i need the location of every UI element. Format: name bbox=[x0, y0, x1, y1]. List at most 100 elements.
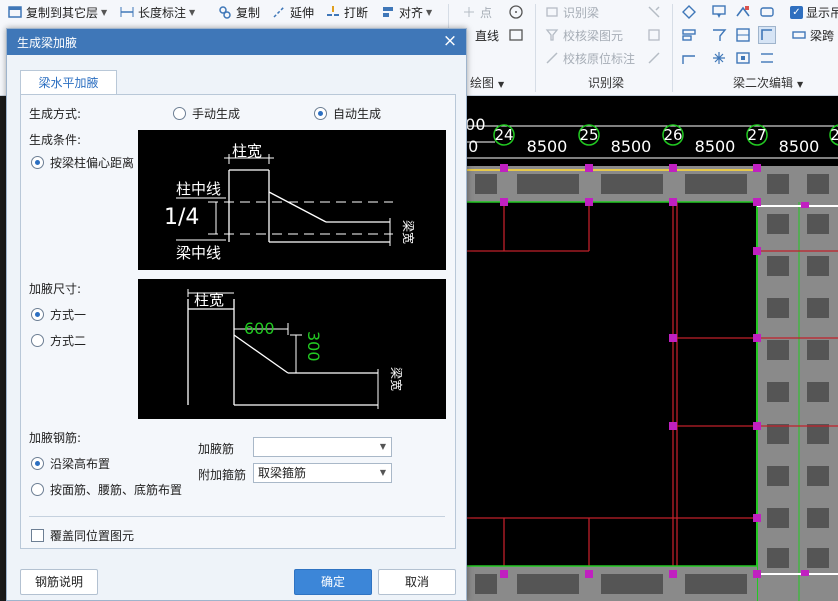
chevron-down-icon: ▼ bbox=[379, 468, 386, 477]
draw-group-label[interactable]: 绘图 ▼ bbox=[470, 74, 504, 91]
radio-selected-icon bbox=[31, 156, 44, 169]
break-icon bbox=[326, 5, 340, 19]
dialog-title: 生成梁加腋 bbox=[17, 36, 78, 50]
rebar-label: 加腋钢筋: bbox=[29, 431, 82, 445]
check-extra-icon[interactable] bbox=[645, 26, 663, 44]
cond-eccentric-radio[interactable]: 按梁柱偏心距离 bbox=[31, 154, 134, 171]
cad-canvas[interactable]: 24 25 26 27 2 600 500 8500 8500 8500 850… bbox=[455, 96, 838, 601]
generate-haunch-dialog: 生成梁加腋 × 梁水平加腋 生成方式: 手动生成 自动生成 生成条件: 按梁柱偏… bbox=[6, 28, 467, 601]
rebar-option1-radio[interactable]: 沿梁高布置 bbox=[31, 455, 110, 472]
gen-method-label: 生成方式: bbox=[29, 107, 82, 121]
span-label-1: 8500 bbox=[527, 137, 568, 156]
stirrup-select[interactable]: 取梁箍筋 ▼ bbox=[253, 463, 392, 483]
point-button[interactable]: 点 bbox=[462, 1, 492, 23]
manual-gen-radio[interactable]: 手动生成 bbox=[173, 105, 240, 122]
size-diagram: 柱宽 600 300 梁宽 bbox=[138, 279, 446, 419]
circle-tool-icon[interactable] bbox=[507, 3, 525, 21]
tab-horizontal-haunch[interactable]: 梁水平加腋 bbox=[20, 70, 117, 95]
rebar-option2-radio[interactable]: 按面筋、腰筋、底筋布置 bbox=[31, 481, 182, 498]
extend-icon bbox=[272, 5, 286, 19]
dim-extra-icon[interactable] bbox=[645, 49, 663, 67]
dim-600-text: 600 bbox=[244, 319, 275, 338]
beam-center-text: 梁中线 bbox=[176, 244, 221, 262]
beam-tool-icon-11[interactable] bbox=[734, 49, 752, 67]
close-icon[interactable]: × bbox=[440, 31, 460, 51]
beam-tool-icon-4[interactable] bbox=[758, 3, 776, 21]
chevron-down-icon: ▼ bbox=[379, 442, 386, 451]
identify-group-label: 识别梁 bbox=[588, 76, 625, 90]
svg-text:27: 27 bbox=[747, 126, 766, 144]
haunch-rebar-select[interactable]: ▼ bbox=[253, 437, 392, 457]
svg-text:26: 26 bbox=[663, 126, 682, 144]
secondary-edit-group-label[interactable]: 梁二次编辑 ▼ bbox=[733, 74, 803, 91]
length-dim-button[interactable]: 长度标注 ▼ bbox=[120, 1, 195, 23]
svg-text:24: 24 bbox=[494, 126, 513, 144]
copy-to-layer-button[interactable]: 复制到其它层 ▼ bbox=[8, 1, 107, 23]
radio-icon bbox=[173, 107, 186, 120]
dialog-title-bar[interactable]: 生成梁加腋 × bbox=[7, 29, 466, 55]
ok-button[interactable]: 确定 bbox=[294, 569, 372, 595]
beam-tool-icon-12[interactable] bbox=[758, 49, 776, 67]
radio-selected-icon bbox=[31, 457, 44, 470]
span-label-3: 8500 bbox=[695, 137, 736, 156]
size-label: 加腋尺寸: bbox=[29, 282, 82, 296]
radio-selected-icon bbox=[314, 107, 327, 120]
auto-gen-radio[interactable]: 自动生成 bbox=[314, 105, 381, 122]
line-button[interactable]: 直线 bbox=[475, 24, 499, 46]
svg-text:25: 25 bbox=[579, 126, 598, 144]
identify-beam-icon bbox=[545, 5, 559, 19]
stirrup-label: 附加箍筋 bbox=[198, 468, 247, 482]
copy-button[interactable]: 复制 bbox=[218, 1, 260, 23]
check-beam-elem-button[interactable]: 校核梁图元 bbox=[545, 24, 623, 46]
copy-icon bbox=[218, 5, 232, 19]
radio-icon bbox=[31, 334, 44, 347]
beam-width-text: 梁宽 bbox=[401, 220, 416, 244]
break-button[interactable]: 打断 bbox=[326, 1, 368, 23]
axis-circle-26: 26 bbox=[662, 124, 684, 146]
dim-300-text: 300 bbox=[304, 331, 323, 362]
beam-tool-icon-9[interactable] bbox=[680, 49, 698, 67]
beam-tool-icon-1[interactable] bbox=[680, 3, 698, 21]
haunch-rebar-label: 加腋筋 bbox=[198, 442, 235, 456]
beam-tool-icon-3[interactable] bbox=[734, 3, 752, 21]
axis-circle-25: 25 bbox=[578, 124, 600, 146]
gen-cond-label: 生成条件: bbox=[29, 133, 82, 147]
align-button[interactable]: 对齐 ▼ bbox=[381, 1, 432, 23]
copy-layer-icon bbox=[8, 5, 22, 19]
axis-circle-24: 24 bbox=[493, 124, 515, 146]
axis-circle-27: 27 bbox=[746, 124, 768, 146]
col-center-text: 柱中线 bbox=[176, 180, 221, 198]
span-label-2: 8500 bbox=[611, 137, 652, 156]
beam-tool-icon-8[interactable] bbox=[758, 26, 776, 44]
span-label-4: 8500 bbox=[779, 137, 820, 156]
svg-text:2: 2 bbox=[830, 126, 838, 144]
check-icon: ✓ bbox=[790, 5, 803, 19]
quarter-text: 1/4 bbox=[164, 205, 199, 230]
point-icon bbox=[462, 5, 476, 19]
extend-button[interactable]: 延伸 bbox=[272, 1, 314, 23]
beam-tool-icon-5[interactable] bbox=[680, 26, 698, 44]
axis-circle-28: 2 bbox=[829, 124, 838, 146]
identify-beam-button[interactable]: 识别梁 bbox=[545, 1, 599, 23]
condition-diagram: 柱宽 柱中线 1/4 梁中线 梁宽 bbox=[138, 130, 446, 270]
beam-width-text-2: 梁宽 bbox=[389, 367, 404, 391]
divider bbox=[29, 516, 445, 517]
beam-tool-icon-7[interactable] bbox=[734, 26, 752, 44]
radio-selected-icon bbox=[31, 308, 44, 321]
size-option1-radio[interactable]: 方式一 bbox=[31, 306, 86, 323]
beam-tool-icon-6[interactable] bbox=[710, 26, 728, 44]
cancel-button[interactable]: 取消 bbox=[378, 569, 456, 595]
length-dim-icon bbox=[120, 5, 134, 19]
rectangle-tool-icon[interactable] bbox=[507, 26, 525, 44]
identify-extra-icon[interactable] bbox=[645, 3, 663, 21]
size-option2-radio[interactable]: 方式二 bbox=[31, 332, 86, 349]
rebar-help-button[interactable]: 钢筋说明 bbox=[20, 569, 98, 595]
beam-span-button[interactable]: 梁跨 bbox=[792, 24, 834, 46]
check-orig-dim-button[interactable]: 校核原位标注 bbox=[545, 47, 635, 69]
show-checkbox[interactable]: ✓ 显示吊 bbox=[790, 1, 838, 23]
overwrite-checkbox[interactable]: 覆盖同位置图元 bbox=[31, 527, 134, 544]
checkbox-icon bbox=[31, 529, 44, 542]
beam-tool-icon-2[interactable] bbox=[710, 3, 728, 21]
ribbon-separator bbox=[535, 4, 536, 92]
beam-tool-icon-10[interactable] bbox=[710, 49, 728, 67]
